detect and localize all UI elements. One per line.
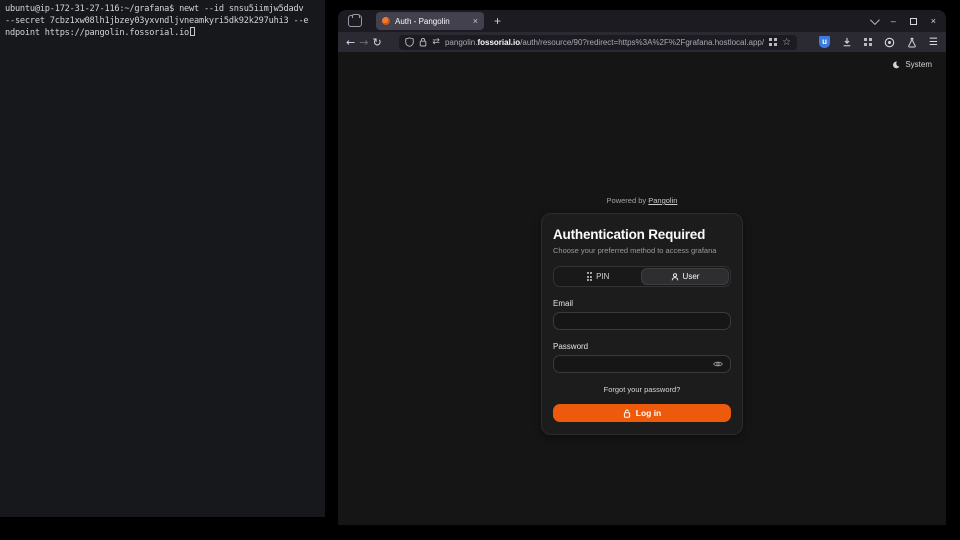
terminal-line: --secret 7cbz1xw08lh1jbzey03yxvndljvneam… (5, 16, 320, 28)
tab-auth-pangolin[interactable]: Auth - Pangolin × (376, 12, 484, 30)
user-icon (671, 273, 679, 281)
navigation-toolbar: ← → ↻ ⇄ pangolin.fossorial.io/auth/resou… (338, 32, 946, 52)
card-title: Authentication Required (553, 227, 731, 242)
ublock-extension-icon[interactable]: u (819, 36, 830, 48)
tab-title: Auth - Pangolin (395, 17, 468, 26)
pangolin-favicon (382, 17, 390, 25)
terminal-cursor (190, 27, 195, 36)
hamburger-menu-icon[interactable]: ☰ (929, 37, 938, 48)
window-maximize-button[interactable] (910, 18, 917, 25)
new-tab-button[interactable]: + (494, 14, 501, 28)
reload-button[interactable]: ↻ (372, 36, 381, 49)
tab-close-icon[interactable]: × (473, 16, 478, 26)
theme-label: System (905, 60, 932, 69)
show-password-eye-icon[interactable] (713, 360, 723, 368)
password-field[interactable] (561, 360, 713, 369)
terminal-window[interactable]: ubuntu@ip-172-31-27-116:~/grafana$ newt … (0, 0, 325, 517)
login-lock-icon (623, 409, 631, 418)
card-subtitle: Choose your preferred method to access g… (553, 246, 731, 255)
flask-icon[interactable] (907, 37, 917, 48)
tab-pin[interactable]: PIN (555, 268, 641, 285)
page-actions-grid-icon[interactable] (769, 38, 777, 46)
tab-user[interactable]: User (641, 268, 729, 285)
terminal-line: ndpoint https://pangolin.fossorial.io (5, 27, 320, 40)
auth-card: Authentication Required Choose your pref… (541, 213, 743, 435)
keypad-icon (587, 272, 593, 281)
firefox-view-icon[interactable] (348, 15, 362, 27)
powered-by: Powered by Pangolin (607, 196, 678, 205)
page-content: System Powered by Pangolin Authenticatio… (338, 52, 946, 525)
account-icon[interactable] (884, 37, 895, 48)
bookmark-star-icon[interactable]: ☆ (782, 37, 791, 48)
list-tabs-chevron-icon[interactable] (870, 15, 880, 25)
url-text[interactable]: pangolin.fossorial.io/auth/resource/90?r… (445, 38, 764, 47)
downloads-icon[interactable] (842, 37, 852, 47)
forgot-password-link[interactable]: Forgot your password? (553, 385, 731, 394)
terminal-line: ubuntu@ip-172-31-27-116:~/grafana$ newt … (5, 4, 320, 16)
window-close-button[interactable]: × (931, 16, 936, 26)
url-bar[interactable]: ⇄ pangolin.fossorial.io/auth/resource/90… (399, 35, 797, 50)
browser-window: Auth - Pangolin × + – × ← → ↻ ⇄ pangolin… (338, 10, 946, 525)
email-field-wrap (553, 312, 731, 330)
theme-toggle[interactable]: System (892, 60, 932, 69)
extensions-icon[interactable] (864, 38, 872, 46)
permissions-arrows-icon[interactable]: ⇄ (432, 37, 440, 47)
password-field-wrap (553, 355, 731, 373)
tracking-shield-icon[interactable] (405, 37, 414, 47)
forward-button[interactable]: → (359, 36, 368, 49)
auth-method-tabs: PIN User (553, 266, 731, 287)
email-field[interactable] (561, 317, 723, 326)
pangolin-link[interactable]: Pangolin (648, 196, 677, 205)
lock-icon[interactable] (419, 37, 427, 47)
tab-bar: Auth - Pangolin × + – × (338, 10, 946, 32)
email-label: Email (553, 299, 731, 308)
moon-icon (892, 61, 900, 69)
login-button[interactable]: Log in (553, 404, 731, 422)
window-minimize-button[interactable]: – (891, 16, 896, 26)
password-label: Password (553, 342, 731, 351)
back-button[interactable]: ← (346, 36, 355, 49)
